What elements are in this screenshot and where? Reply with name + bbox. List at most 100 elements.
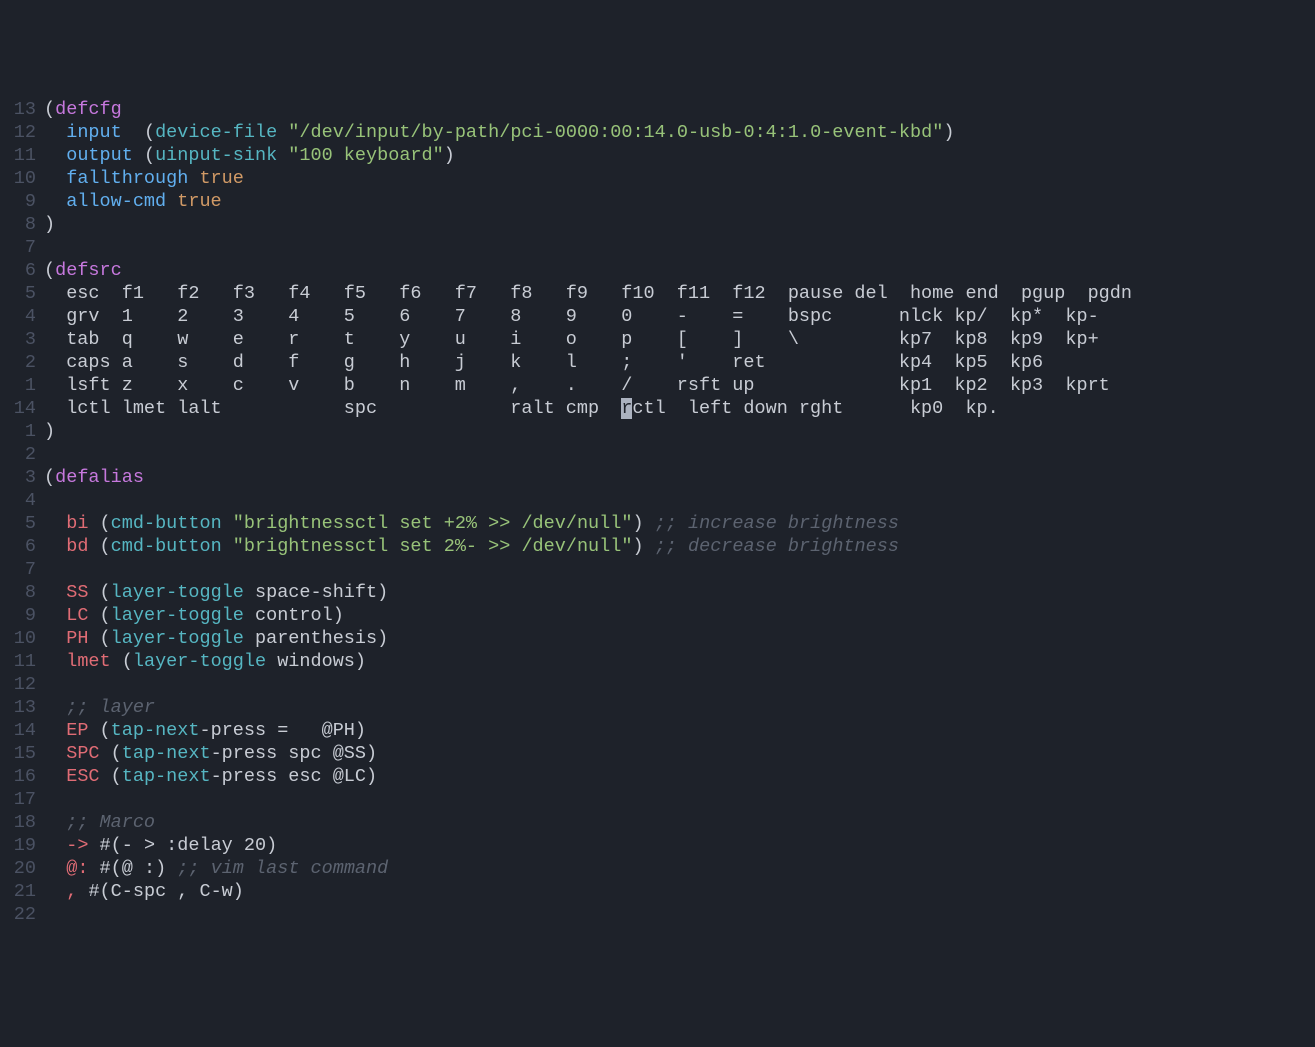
code-line[interactable]: 4 grv 1 2 3 4 5 6 7 8 9 0 - = bspc nlck … [0,305,1315,328]
code-content[interactable]: bd (cmd-button "brightnessctl set 2%- >>… [44,535,1315,558]
code-line[interactable]: 2 [0,443,1315,466]
token [88,513,99,534]
code-content[interactable]: grv 1 2 3 4 5 6 7 8 9 0 - = bspc nlck kp… [44,305,1315,328]
code-line[interactable]: 22 [0,903,1315,926]
code-content[interactable] [44,443,1315,466]
code-content[interactable]: ) [44,213,1315,236]
line-number: 10 [0,167,44,190]
token: tab q w e r t y u i o p [ ] \ kp7 kp8 kp… [44,329,1099,350]
token [277,145,288,166]
code-line[interactable]: 3 tab q w e r t y u i o p [ ] \ kp7 kp8 … [0,328,1315,351]
code-line[interactable]: 9 LC (layer-toggle control) [0,604,1315,627]
token: # [88,881,99,902]
code-line[interactable]: 7 [0,236,1315,259]
code-line[interactable]: 10 fallthrough true [0,167,1315,190]
token: # [100,835,111,856]
code-line[interactable]: 19 -> #(- > :delay 20) [0,834,1315,857]
token [88,582,99,603]
code-line[interactable]: 2 caps a s d f g h j k l ; ' ret kp4 kp5… [0,351,1315,374]
token: tap-next [122,743,211,764]
code-content[interactable]: (defsrc [44,259,1315,282]
code-content[interactable]: EP (tap-next-press = @PH) [44,719,1315,742]
token [44,122,66,143]
line-number: 22 [0,903,44,926]
code-content[interactable]: tab q w e r t y u i o p [ ] \ kp7 kp8 kp… [44,328,1315,351]
code-content[interactable]: (defalias [44,466,1315,489]
code-line[interactable]: 14 EP (tap-next-press = @PH) [0,719,1315,742]
code-content[interactable]: bi (cmd-button "brightnessctl set +2% >>… [44,512,1315,535]
code-line[interactable]: 17 [0,788,1315,811]
token: ( [100,720,111,741]
code-line[interactable]: 20 @: #(@ :) ;; vim last command [0,857,1315,880]
code-line[interactable]: 16 ESC (tap-next-press esc @LC) [0,765,1315,788]
code-content[interactable]: SPC (tap-next-press spc @SS) [44,742,1315,765]
code-content[interactable]: -> #(- > :delay 20) [44,834,1315,857]
code-line[interactable]: 14 lctl lmet lalt spc ralt cmp rctl left… [0,397,1315,420]
code-content[interactable]: (defcfg [44,98,1315,121]
code-line[interactable]: 8 SS (layer-toggle space-shift) [0,581,1315,604]
code-content[interactable]: input (device-file "/dev/input/by-path/p… [44,121,1315,144]
token: , [66,881,77,902]
code-line[interactable]: 13 ;; layer [0,696,1315,719]
token: ) [44,421,55,442]
code-content[interactable]: LC (layer-toggle control) [44,604,1315,627]
code-line[interactable]: 12 [0,673,1315,696]
token: "/dev/input/by-path/pci-0000:00:14.0-usb… [288,122,943,143]
code-line[interactable]: 11 output (uinput-sink "100 keyboard") [0,144,1315,167]
token [44,812,66,833]
code-line[interactable]: 6 bd (cmd-button "brightnessctl set 2%- … [0,535,1315,558]
line-number: 14 [0,397,44,420]
code-line[interactable]: 15 SPC (tap-next-press spc @SS) [0,742,1315,765]
code-line[interactable]: 6(defsrc [0,259,1315,282]
token: ( [111,835,122,856]
line-number: 8 [0,213,44,236]
code-content[interactable]: ;; layer [44,696,1315,719]
code-content[interactable]: SS (layer-toggle space-shift) [44,581,1315,604]
code-content[interactable]: esc f1 f2 f3 f4 f5 f6 f7 f8 f9 f10 f11 f… [44,282,1315,305]
token: defalias [55,467,144,488]
token [44,168,66,189]
code-content[interactable]: lmet (layer-toggle windows) [44,650,1315,673]
token: ( [122,651,133,672]
code-content[interactable] [44,903,1315,926]
code-line[interactable]: 5 esc f1 f2 f3 f4 f5 f6 f7 f8 f9 f10 f11… [0,282,1315,305]
code-content[interactable]: allow-cmd true [44,190,1315,213]
line-number: 13 [0,98,44,121]
code-line[interactable]: 1) [0,420,1315,443]
code-content[interactable]: caps a s d f g h j k l ; ' ret kp4 kp5 k… [44,351,1315,374]
editor-view[interactable]: 13(defcfg12 input (device-file "/dev/inp… [0,98,1315,926]
code-line[interactable]: 4 [0,489,1315,512]
code-content[interactable]: lctl lmet lalt spc ralt cmp rctl left do… [44,397,1315,420]
code-line[interactable]: 1 lsft z x c v b n m , . / rsft up kp1 k… [0,374,1315,397]
code-line[interactable]: 12 input (device-file "/dev/input/by-pat… [0,121,1315,144]
code-line[interactable]: 21 , #(C-spc , C-w) [0,880,1315,903]
code-content[interactable]: , #(C-spc , C-w) [44,880,1315,903]
code-content[interactable]: @: #(@ :) ;; vim last command [44,857,1315,880]
code-line[interactable]: 13(defcfg [0,98,1315,121]
code-line[interactable]: 11 lmet (layer-toggle windows) [0,650,1315,673]
line-number: 20 [0,857,44,880]
code-line[interactable]: 10 PH (layer-toggle parenthesis) [0,627,1315,650]
token [111,651,122,672]
code-content[interactable]: output (uinput-sink "100 keyboard") [44,144,1315,167]
code-content[interactable] [44,558,1315,581]
token: ( [111,766,122,787]
code-content[interactable]: fallthrough true [44,167,1315,190]
line-number: 15 [0,742,44,765]
code-content[interactable]: lsft z x c v b n m , . / rsft up kp1 kp2… [44,374,1315,397]
code-content[interactable] [44,788,1315,811]
code-line[interactable]: 9 allow-cmd true [0,190,1315,213]
code-line[interactable]: 5 bi (cmd-button "brightnessctl set +2% … [0,512,1315,535]
token: ( [100,536,111,557]
code-content[interactable] [44,489,1315,512]
code-content[interactable]: ESC (tap-next-press esc @LC) [44,765,1315,788]
code-line[interactable]: 7 [0,558,1315,581]
code-content[interactable] [44,236,1315,259]
token [44,191,66,212]
code-line[interactable]: 8) [0,213,1315,236]
token [44,513,66,534]
code-line[interactable]: 3(defalias [0,466,1315,489]
code-content[interactable] [44,673,1315,696]
code-content[interactable]: ) [44,420,1315,443]
code-content[interactable]: PH (layer-toggle parenthesis) [44,627,1315,650]
